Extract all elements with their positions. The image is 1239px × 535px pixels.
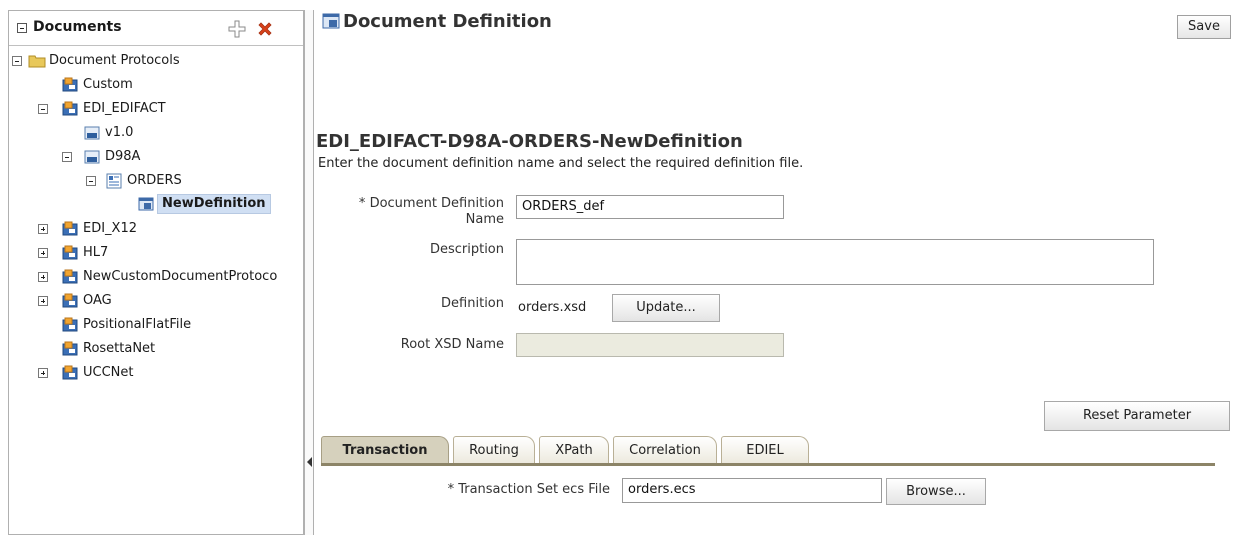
definition-heading: EDI_EDIFACT-D98A-ORDERS-NewDefinition	[316, 131, 743, 152]
tree-label: HL7	[83, 245, 109, 260]
label-line1: Document Definition	[369, 196, 504, 211]
document-definition-name-label: * Document Definition Name	[330, 196, 504, 228]
required-indicator: *	[447, 482, 459, 497]
definition-label: Definition	[441, 296, 504, 311]
transaction-set-ecs-label: * Transaction Set ecs File	[380, 482, 610, 498]
description-input[interactable]	[516, 239, 1154, 285]
tree-node-edi-x12[interactable]: EDI_X12	[9, 219, 299, 239]
browse-button[interactable]: Browse...	[886, 478, 986, 505]
tree-label: EDI_EDIFACT	[83, 101, 166, 116]
add-icon[interactable]	[227, 19, 247, 39]
tab-correlation[interactable]: Correlation	[613, 436, 717, 464]
save-button[interactable]: Save	[1177, 15, 1231, 39]
tree-node-hl7[interactable]: HL7	[9, 243, 299, 263]
tree-label: UCCNet	[83, 365, 134, 380]
document-definition-icon	[138, 196, 154, 212]
protocol-icon	[62, 245, 78, 261]
tab-bar-underline	[321, 463, 1215, 466]
tree-node-edi-edifact[interactable]: EDI_EDIFACT	[9, 99, 299, 119]
tree-label: Document Protocols	[49, 53, 180, 68]
protocol-icon	[62, 365, 78, 381]
tree-node-uccnet[interactable]: UCCNet	[9, 363, 299, 383]
collapse-panel-toggle[interactable]	[17, 23, 27, 33]
ecs-label-text: Transaction Set ecs File	[458, 482, 610, 497]
required-indicator: *	[358, 196, 370, 211]
version-icon	[84, 125, 100, 141]
tree-collapse-toggle[interactable]	[38, 104, 48, 114]
tree-label: EDI_X12	[83, 221, 138, 236]
tree-label: v1.0	[105, 125, 134, 140]
tree-label: OAG	[83, 293, 112, 308]
root-xsd-name-label: Root XSD Name	[400, 337, 504, 352]
tree-node-positional-flat-file[interactable]: PositionalFlatFile	[9, 315, 299, 335]
tree-label: PositionalFlatFile	[83, 317, 192, 332]
tab-xpath[interactable]: XPath	[539, 436, 609, 464]
protocol-icon	[62, 221, 78, 237]
tab-routing[interactable]: Routing	[453, 436, 535, 464]
tree-node-orders[interactable]: ORDERS	[9, 171, 299, 191]
tree-label: D98A	[105, 149, 141, 164]
protocol-icon	[62, 341, 78, 357]
page-title: Document Definition	[343, 11, 552, 32]
tab-transaction[interactable]: Transaction	[321, 436, 449, 464]
protocol-icon	[62, 269, 78, 285]
tree-node-document-protocols[interactable]: Document Protocols	[9, 51, 299, 71]
folder-icon	[28, 53, 46, 69]
tree-expand-toggle[interactable]	[38, 248, 48, 258]
description-label: Description	[429, 242, 504, 257]
reset-parameter-button[interactable]: Reset Parameter	[1044, 401, 1230, 431]
label-line2: Name	[465, 212, 504, 227]
tree-node-custom[interactable]: Custom	[9, 75, 299, 95]
tree-node-rosettanet[interactable]: RosettaNet	[9, 339, 299, 359]
update-button[interactable]: Update...	[612, 294, 720, 322]
version-icon	[84, 149, 100, 165]
protocol-icon	[62, 293, 78, 309]
tree-node-new-custom-protocol[interactable]: NewCustomDocumentProtoco	[9, 267, 303, 287]
tree-expand-toggle[interactable]	[38, 224, 48, 234]
tree-expand-toggle[interactable]	[38, 368, 48, 378]
tree-node-v1[interactable]: v1.0	[9, 123, 299, 143]
panel-splitter[interactable]	[304, 10, 314, 535]
tree-label-selected: NewDefinition	[157, 194, 271, 214]
tree-expand-toggle[interactable]	[38, 296, 48, 306]
tree-label: NewCustomDocumentProtoco	[83, 269, 278, 284]
transaction-set-ecs-input[interactable]: orders.ecs	[622, 478, 882, 503]
tab-ediel[interactable]: EDIEL	[721, 436, 809, 464]
document-type-icon	[106, 173, 122, 189]
tree-collapse-toggle[interactable]	[62, 152, 72, 162]
tree-node-d98a[interactable]: D98A	[9, 147, 299, 167]
tree-node-new-definition[interactable]: NewDefinition	[9, 194, 299, 214]
collapse-left-arrow-icon[interactable]	[307, 457, 312, 467]
documents-panel-header: Documents	[9, 11, 303, 46]
tree-node-oag[interactable]: OAG	[9, 291, 299, 311]
definition-subtitle: Enter the document definition name and s…	[318, 156, 804, 171]
tree-expand-toggle[interactable]	[38, 272, 48, 282]
documents-panel: Documents Document Protocols Custom EDI_…	[8, 10, 304, 535]
tree-collapse-toggle[interactable]	[86, 176, 96, 186]
documents-panel-title: Documents	[33, 19, 122, 35]
definition-file-name: orders.xsd	[518, 300, 587, 315]
tree-label: Custom	[83, 77, 133, 92]
protocol-icon	[62, 317, 78, 333]
protocol-icon	[62, 77, 78, 93]
protocol-icon	[62, 101, 78, 117]
document-definition-name-input[interactable]: ORDERS_def	[516, 195, 784, 219]
tree-label: ORDERS	[127, 173, 182, 188]
tree-collapse-toggle[interactable]	[12, 56, 22, 66]
root-xsd-name-input	[516, 333, 784, 357]
tree-label: RosettaNet	[83, 341, 156, 356]
document-definition-icon	[322, 12, 340, 30]
delete-icon[interactable]	[255, 19, 275, 39]
